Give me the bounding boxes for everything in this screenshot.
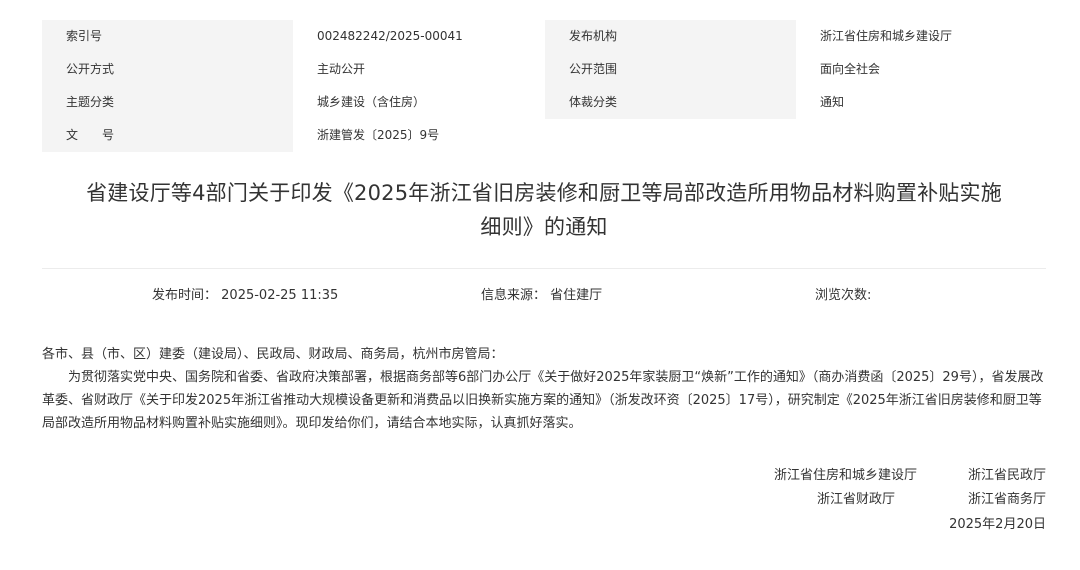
info-source: 信息来源： 省住建厅 xyxy=(481,284,602,303)
meta-label-genre: 体裁分类 xyxy=(545,86,796,119)
meta-label-index: 索引号 xyxy=(42,20,293,53)
meta-label-topic: 主题分类 xyxy=(42,86,293,119)
meta-value-scope: 面向全社会 xyxy=(820,62,881,76)
publish-time-label: 发布时间： xyxy=(152,288,218,303)
signature-finance: 浙江省财政厅 xyxy=(816,492,895,507)
meta-value-genre: 通知 xyxy=(820,95,845,109)
metadata-row: 文 号 浙建管发〔2025〕9号 xyxy=(42,119,1046,152)
view-count-label: 浏览次数: xyxy=(815,288,872,303)
article-title: 省建设厅等4部门关于印发《2025年浙江省旧房装修和厨卫等局部改造所用物品材料购… xyxy=(42,176,1046,244)
publish-time-value: 2025-02-25 11:35 xyxy=(221,288,339,303)
signature-civil-affairs: 浙江省民政厅 xyxy=(967,468,1046,483)
meta-value-topic: 城乡建设（含住房） xyxy=(317,95,426,109)
meta-label-publisher: 发布机构 xyxy=(545,20,796,53)
body-paragraph: 为贯彻落实党中央、国务院和省委、省政府决策部署，根据商务部等6部门办公厅《关于做… xyxy=(42,370,1044,431)
article-title-line1: 省建设厅等4部门关于印发《2025年浙江省旧房装修和厨卫等局部改造所用物品材料购… xyxy=(86,181,1002,205)
salutation: 各市、县（市、区）建委（建设局）、民政局、财政局、商务局，杭州市房管局： xyxy=(42,347,504,362)
signature-commerce: 浙江省商务厅 xyxy=(967,492,1046,507)
info-source-label: 信息来源： xyxy=(481,288,547,303)
view-count: 浏览次数: xyxy=(815,284,871,303)
metadata-row: 索引号 002482242/2025-00041 发布机构 浙江省住房和城乡建设… xyxy=(42,20,1046,53)
metadata-row: 主题分类 城乡建设（含住房） 体裁分类 通知 xyxy=(42,86,1046,119)
title-divider xyxy=(42,268,1046,269)
info-source-value: 省住建厅 xyxy=(550,288,603,303)
meta-value-index: 002482242/2025-00041 xyxy=(317,29,463,43)
publish-time: 发布时间： 2025-02-25 11:35 xyxy=(152,284,338,303)
metadata-table: 索引号 002482242/2025-00041 发布机构 浙江省住房和城乡建设… xyxy=(42,20,1046,152)
meta-value-publisher: 浙江省住房和城乡建设厅 xyxy=(820,29,953,43)
article-title-line2: 细则》的通知 xyxy=(480,215,608,239)
meta-label-disclosure: 公开方式 xyxy=(42,53,293,86)
meta-label-scope: 公开范围 xyxy=(545,53,796,86)
meta-value-disclosure: 主动公开 xyxy=(317,62,366,76)
meta-label-doc-number: 文 号 xyxy=(42,119,293,152)
signature-housing-dept: 浙江省住房和城乡建设厅 xyxy=(773,468,917,483)
metadata-row: 公开方式 主动公开 公开范围 面向全社会 xyxy=(42,53,1046,86)
meta-value-doc-number: 浙建管发〔2025〕9号 xyxy=(317,128,440,142)
issue-date: 2025年2月20日 xyxy=(949,517,1046,532)
